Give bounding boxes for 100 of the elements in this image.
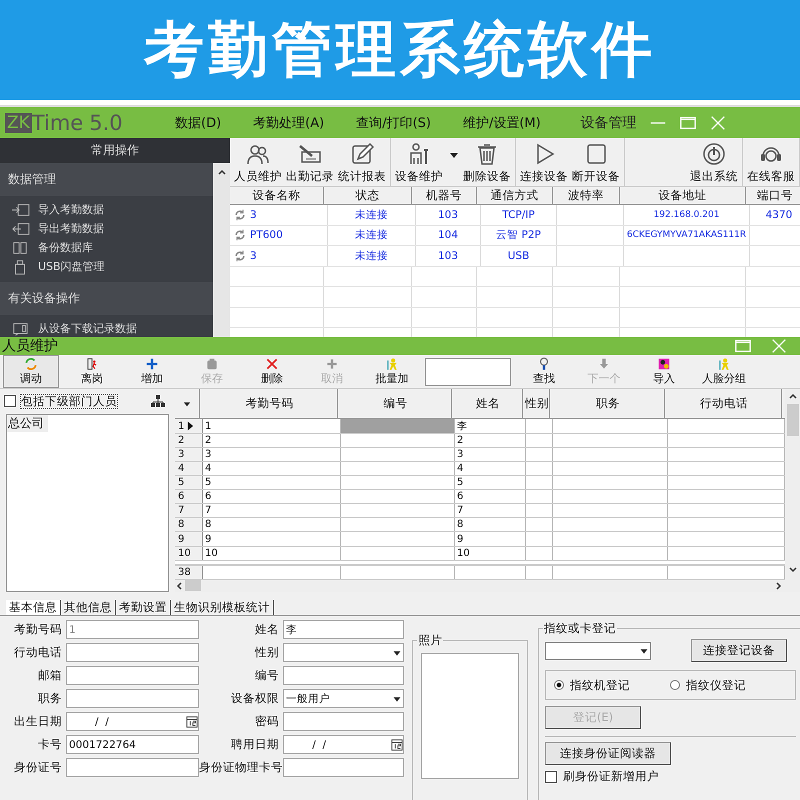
- import-icon: [10, 202, 30, 218]
- dropdown-caret-icon[interactable]: [449, 150, 459, 160]
- checkbox[interactable]: [4, 395, 16, 407]
- tree-item[interactable]: 总公司: [7, 415, 48, 432]
- column-header[interactable]: 姓名: [452, 389, 523, 418]
- toolbar-button[interactable]: 出勤记录: [286, 138, 334, 186]
- input-field[interactable]: [66, 643, 200, 662]
- table-row[interactable]: 7 7 7: [175, 504, 785, 518]
- column-header[interactable]: 职务: [550, 389, 665, 418]
- signature-icon: [298, 142, 322, 166]
- table-row[interactable]: 6 6 6: [175, 490, 785, 504]
- table-row[interactable]: 5 5 5: [175, 476, 785, 490]
- column-header[interactable]: 性别: [523, 389, 550, 418]
- tab[interactable]: 基本信息: [6, 600, 61, 615]
- column-header[interactable]: 通信方式: [477, 187, 553, 204]
- input-field[interactable]: 李: [283, 620, 404, 639]
- calendar-icon[interactable]: [186, 714, 198, 728]
- maximize-icon[interactable]: [734, 337, 752, 355]
- column-header[interactable]: 行动电话: [665, 389, 782, 418]
- sidebar-item[interactable]: USB闪盘管理: [38, 259, 105, 274]
- input-field[interactable]: [283, 666, 404, 685]
- menu-item[interactable]: 数据(D): [175, 114, 222, 132]
- toolbar-button[interactable]: 人脸分组: [697, 355, 751, 388]
- toolbar-button[interactable]: 删除: [245, 355, 299, 388]
- org-chart-icon[interactable]: [151, 395, 165, 407]
- table-row[interactable]: 3 3 3: [175, 448, 785, 462]
- radio-label[interactable]: 指纹机登记: [570, 678, 630, 692]
- input-field[interactable]: [283, 712, 404, 731]
- input-field[interactable]: [66, 689, 200, 708]
- input-field[interactable]: 一般用户: [283, 689, 404, 708]
- table-cell: 104: [438, 229, 458, 242]
- toolbar-button[interactable]: 断开设备: [572, 138, 620, 186]
- sidebar-item[interactable]: 备份数据库: [38, 240, 93, 255]
- input-field[interactable]: [283, 643, 404, 662]
- input-field[interactable]: [66, 666, 200, 685]
- column-header[interactable]: 设备地址: [620, 187, 746, 204]
- sidebar-item[interactable]: 导出考勤数据: [38, 221, 104, 236]
- input-field[interactable]: / /: [66, 712, 200, 731]
- column-header[interactable]: 考勤号码: [200, 389, 338, 418]
- sidebar-group-title: 数据管理: [0, 163, 213, 196]
- radio-label[interactable]: 指纹仪登记: [686, 678, 746, 692]
- toolbar-button[interactable]: 连接设备: [520, 138, 568, 186]
- column-header[interactable]: 状态: [324, 187, 412, 204]
- toolbar-button[interactable]: 导入: [637, 355, 691, 388]
- id-reader-button[interactable]: 连接身份证阅读器: [545, 742, 671, 765]
- input-field[interactable]: 0001722764: [66, 735, 200, 754]
- scroll-thumb[interactable]: [185, 580, 201, 592]
- scroll-thumb[interactable]: [786, 404, 798, 436]
- row-number: 9: [178, 534, 184, 545]
- close-icon[interactable]: [770, 337, 788, 355]
- tab[interactable]: 考勤设置: [116, 600, 171, 615]
- sidebar-item[interactable]: 导入考勤数据: [38, 202, 104, 217]
- table-row[interactable]: 9 9 9: [175, 532, 785, 547]
- toolbar-button[interactable]: 人员维护: [234, 138, 282, 186]
- row-number: 2: [178, 435, 184, 446]
- toolbar-button[interactable]: 增加: [125, 355, 179, 388]
- toolbar-button[interactable]: 退出系统: [690, 138, 738, 186]
- checkbox-label[interactable]: 包括下级部门人员: [20, 394, 118, 408]
- toolbar-button[interactable]: 在线客服: [747, 138, 795, 186]
- table-row[interactable]: 10 10 10: [175, 546, 785, 561]
- menu-item[interactable]: 查询/打印(S): [356, 114, 431, 132]
- selected-cell[interactable]: [341, 419, 455, 434]
- column-header[interactable]: 机器号: [412, 187, 477, 204]
- toolbar-button[interactable]: 删除设备: [463, 138, 511, 186]
- calendar-icon[interactable]: [391, 738, 404, 752]
- sidebar-item[interactable]: 从设备下载记录数据: [38, 321, 137, 336]
- column-header[interactable]: 波特率: [553, 187, 620, 204]
- toolbar-button[interactable]: 统计报表: [338, 138, 386, 186]
- input-field[interactable]: [283, 758, 404, 777]
- tab[interactable]: 其他信息: [61, 600, 116, 615]
- table-row[interactable]: 2 2 2: [175, 434, 785, 448]
- checkbox[interactable]: [545, 770, 557, 782]
- input-field[interactable]: / /: [283, 735, 404, 754]
- scrollbar[interactable]: [213, 163, 230, 337]
- radio-button[interactable]: [554, 680, 564, 690]
- column-header[interactable]: 端口号: [746, 187, 800, 204]
- toolbar-button[interactable]: 设备维护: [395, 138, 459, 186]
- table-cell: 未连接: [355, 208, 388, 222]
- connect-button[interactable]: 连接登记设备: [691, 639, 787, 662]
- table-row[interactable]: 4 4 4: [175, 462, 785, 476]
- toolbar-button[interactable]: 批量加: [365, 355, 419, 388]
- toolbar-button[interactable]: 查找: [517, 355, 571, 388]
- import-icon: [657, 357, 671, 371]
- column-header[interactable]: 设备名称: [230, 187, 324, 204]
- column-header[interactable]: 编号: [338, 389, 452, 418]
- input-field[interactable]: 1: [66, 620, 200, 639]
- input-field[interactable]: [66, 758, 200, 777]
- checkbox-label[interactable]: 刷身份证新增用户: [563, 769, 659, 784]
- scroll-up-icon[interactable]: [216, 167, 226, 177]
- toolbar-button[interactable]: 离岗: [65, 355, 119, 388]
- table-row[interactable]: 8 8 8: [175, 518, 785, 532]
- table-row[interactable]: 1 1 李: [175, 419, 785, 434]
- toolbar-button[interactable]: 调动: [3, 355, 59, 388]
- tab[interactable]: 生物识别模板统计: [171, 600, 274, 615]
- search-field[interactable]: [425, 358, 511, 386]
- radio-button[interactable]: [670, 680, 680, 690]
- close-icon[interactable]: [708, 114, 727, 132]
- menu-item[interactable]: 维护/设置(M): [462, 114, 541, 132]
- menu-item[interactable]: 考勤处理(A): [253, 114, 324, 132]
- dropdown-caret-icon[interactable]: [183, 400, 191, 408]
